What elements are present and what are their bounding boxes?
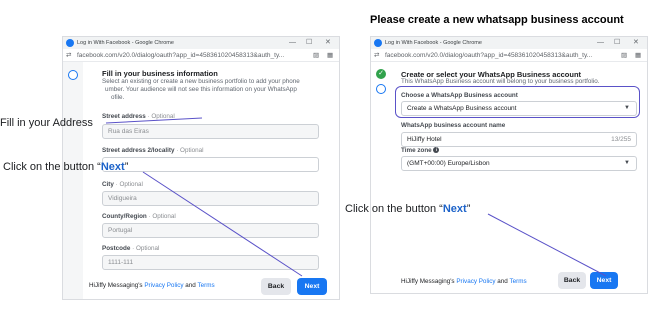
address-pointer-line <box>105 117 203 124</box>
annotation-lines <box>105 117 607 277</box>
next-pointer-line-left <box>142 171 303 277</box>
next-pointer-line-right <box>487 213 607 277</box>
